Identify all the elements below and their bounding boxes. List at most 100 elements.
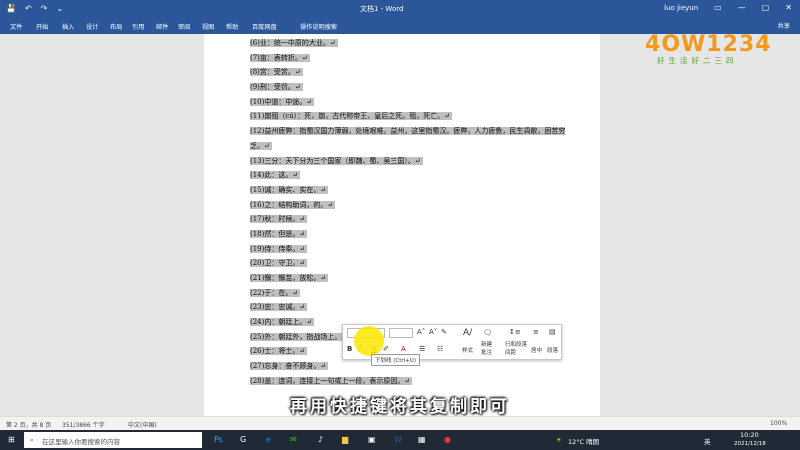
center-icon[interactable]: ≡ [533, 328, 539, 336]
selected-text[interactable]: (20)卫：守卫。↵ [250, 259, 308, 268]
selected-text[interactable]: (19)侍：侍奉。↵ [250, 244, 308, 253]
center-label[interactable]: 居中 [531, 346, 542, 354]
document-line[interactable]: (23)忠：忠诚。↵ [250, 300, 570, 315]
share-button[interactable]: 共享 [778, 21, 790, 30]
document-line[interactable]: (20)卫：守卫。↵ [250, 256, 570, 271]
weather-text[interactable]: 12°C 晴朗 [568, 436, 599, 446]
selected-text[interactable]: (13)三分：天下分为三个国家（即魏、蜀、吴三国）。↵ [250, 156, 423, 165]
selected-text[interactable]: (15)诚：确实、实在。↵ [250, 185, 329, 194]
save-icon[interactable]: 💾 [6, 3, 16, 15]
selected-text[interactable]: (9)刑：受罚。↵ [250, 83, 303, 92]
styles-icon[interactable]: A/ [463, 328, 472, 338]
document-line[interactable]: (14)此：这。↵ [250, 168, 570, 183]
ribbon-display-icon[interactable]: ▭ [714, 3, 722, 12]
word-icon[interactable]: W [394, 435, 402, 444]
document-line[interactable]: (8)赏：受赏。↵ [250, 65, 570, 80]
selected-text[interactable]: (16)之：结构助词，的。↵ [250, 200, 336, 209]
document-line[interactable]: (17)秋：时候。↵ [250, 212, 570, 227]
font-size-field[interactable] [389, 328, 413, 338]
document-line[interactable]: (21)懈：懈怠，放松。↵ [250, 271, 570, 286]
selected-text[interactable]: (6)业：统一中原的大业。↵ [250, 39, 338, 47]
styles-label[interactable]: 样式 [462, 346, 473, 354]
tab-4[interactable]: 设计 [86, 22, 98, 31]
selected-text[interactable]: (8)赏：受赏。↵ [250, 68, 303, 77]
selected-text[interactable]: (24)内：朝廷上。↵ [250, 318, 315, 327]
app-icon[interactable]: ♪ [318, 435, 323, 444]
document-line[interactable]: (18)然：但是。↵ [250, 227, 570, 242]
store-icon[interactable]: ▣ [368, 435, 376, 444]
chrome-icon[interactable]: G [240, 435, 246, 444]
selected-text[interactable]: (25)外：朝廷外，指战场上。↵ [250, 332, 350, 341]
selected-text[interactable]: (18)然：但是。↵ [250, 229, 308, 238]
ime-indicator[interactable]: 英 [704, 436, 711, 446]
document-line[interactable]: (19)侍：侍奉。↵ [250, 242, 570, 257]
document-line[interactable]: (6)业：统一中原的大业。↵ [250, 36, 570, 51]
new-comment-label[interactable]: 新建批注 [481, 340, 495, 356]
document-line[interactable]: (22)于：在。↵ [250, 286, 570, 301]
document-line[interactable]: (13)三分：天下分为三个国家（即魏、蜀、吴三国）。↵ [250, 154, 570, 169]
file-explorer-icon[interactable]: ▆ [342, 435, 348, 444]
selected-text[interactable]: (22)于：在。↵ [250, 288, 301, 297]
edge-icon[interactable]: e [266, 435, 271, 444]
tab-11[interactable]: 百度网盘 [252, 22, 277, 31]
comment-icon[interactable]: 🗨 [483, 329, 492, 337]
tab-2[interactable]: 开始 [36, 22, 48, 31]
bullets-icon[interactable]: ☰ [419, 345, 425, 353]
redo-icon[interactable]: ↷ [41, 3, 48, 15]
customize-icon[interactable]: ⌄ [56, 3, 63, 15]
selected-text[interactable]: (11)崩殂（cú）：死，崩，古代称帝王、皇后之死。殂，死亡。↵ [250, 112, 453, 121]
document-line[interactable]: (28)盖：连词，连接上一句或上一段，表示原因。↵ [250, 374, 570, 389]
tab-6[interactable]: 引用 [132, 22, 144, 31]
close-icon[interactable]: ✕ [785, 3, 792, 12]
selected-text[interactable]: (17)秋：时候。↵ [250, 215, 308, 224]
user-name[interactable]: luo jieyun [664, 4, 698, 12]
selected-text[interactable]: (28)盖：连词，连接上一句或上一段，表示原因。↵ [250, 376, 413, 385]
document-line[interactable]: (7)亩：表转折。↵ [250, 51, 570, 66]
wechat-icon[interactable]: ✉ [290, 435, 297, 444]
restore-icon[interactable]: ▢ [762, 3, 770, 12]
selected-text[interactable]: (10)中道：中途。↵ [250, 97, 315, 106]
selected-text[interactable]: (21)懈：懈怠，放松。↵ [250, 274, 329, 283]
format-painter-icon[interactable]: ✎ [441, 328, 447, 336]
bold-button[interactable]: B [347, 345, 352, 353]
clock-time[interactable]: 10:20 [740, 431, 759, 439]
line-spacing-icon[interactable]: ↕≡ [509, 328, 521, 336]
tab-10[interactable]: 帮助 [226, 22, 238, 31]
font-color-icon[interactable]: A [401, 345, 406, 353]
shrink-font-icon[interactable]: A˅ [429, 328, 437, 336]
document-line[interactable]: (11)崩殂（cú）：死，崩，古代称帝王、皇后之死。殂，死亡。↵ [250, 109, 570, 124]
tab-8[interactable]: 审阅 [178, 22, 190, 31]
tab-1[interactable]: 文件 [10, 22, 22, 31]
word-count[interactable]: 351/3866 个字 [62, 420, 105, 429]
tab-12[interactable]: 操作说明搜索 [300, 22, 337, 31]
document-line[interactable]: (15)诚：确实、实在。↵ [250, 183, 570, 198]
zoom-level[interactable]: 100% [770, 420, 787, 427]
photos-icon[interactable]: ▦ [418, 435, 426, 444]
selected-text[interactable]: (12)益州疲弊：指蜀汉国力薄弱，处境艰难。益州，这里指蜀汉。疲弊，人力疲惫，民… [250, 127, 566, 150]
tab-7[interactable]: 邮件 [156, 22, 168, 31]
selected-text[interactable]: (14)此：这。↵ [250, 171, 301, 180]
recorder-icon[interactable]: ● [444, 435, 451, 444]
document-line[interactable]: (10)中道：中途。↵ [250, 95, 570, 110]
clock-date[interactable]: 2021/12/18 [734, 441, 766, 447]
document-line[interactable]: (9)刑：受罚。↵ [250, 80, 570, 95]
start-icon[interactable]: ⊞ [8, 435, 15, 444]
selected-text[interactable]: (27)忘身：奋不顾身。↵ [250, 362, 329, 371]
tab-9[interactable]: 视图 [202, 22, 214, 31]
paragraph-icon[interactable]: ▤ [549, 328, 556, 336]
page-count[interactable]: 第 2 页，共 8 页 [6, 420, 51, 429]
selected-text[interactable]: (23)忠：忠诚。↵ [250, 303, 308, 312]
undo-icon[interactable]: ↶ [25, 3, 32, 15]
minimize-icon[interactable]: — [738, 3, 746, 12]
grow-font-icon[interactable]: A˄ [417, 328, 425, 336]
paragraph-label[interactable]: 段落 [547, 346, 558, 354]
document-line[interactable]: (16)之：结构助词，的。↵ [250, 198, 570, 213]
language-indicator[interactable]: 中文(中国) [128, 420, 157, 429]
photoshop-icon[interactable]: Ps [214, 435, 223, 444]
selected-text[interactable]: (7)亩：表转折。↵ [250, 53, 310, 62]
document-line[interactable]: (12)益州疲弊：指蜀汉国力薄弱，处境艰难。益州，这里指蜀汉。疲弊，人力疲惫，民… [250, 124, 570, 153]
tab-5[interactable]: 布局 [110, 22, 122, 31]
line-spacing-label[interactable]: 行和段落间距 [505, 340, 529, 356]
selected-text[interactable]: (26)士：将士。↵ [250, 347, 308, 356]
highlight-icon[interactable]: ✐ [383, 345, 389, 353]
